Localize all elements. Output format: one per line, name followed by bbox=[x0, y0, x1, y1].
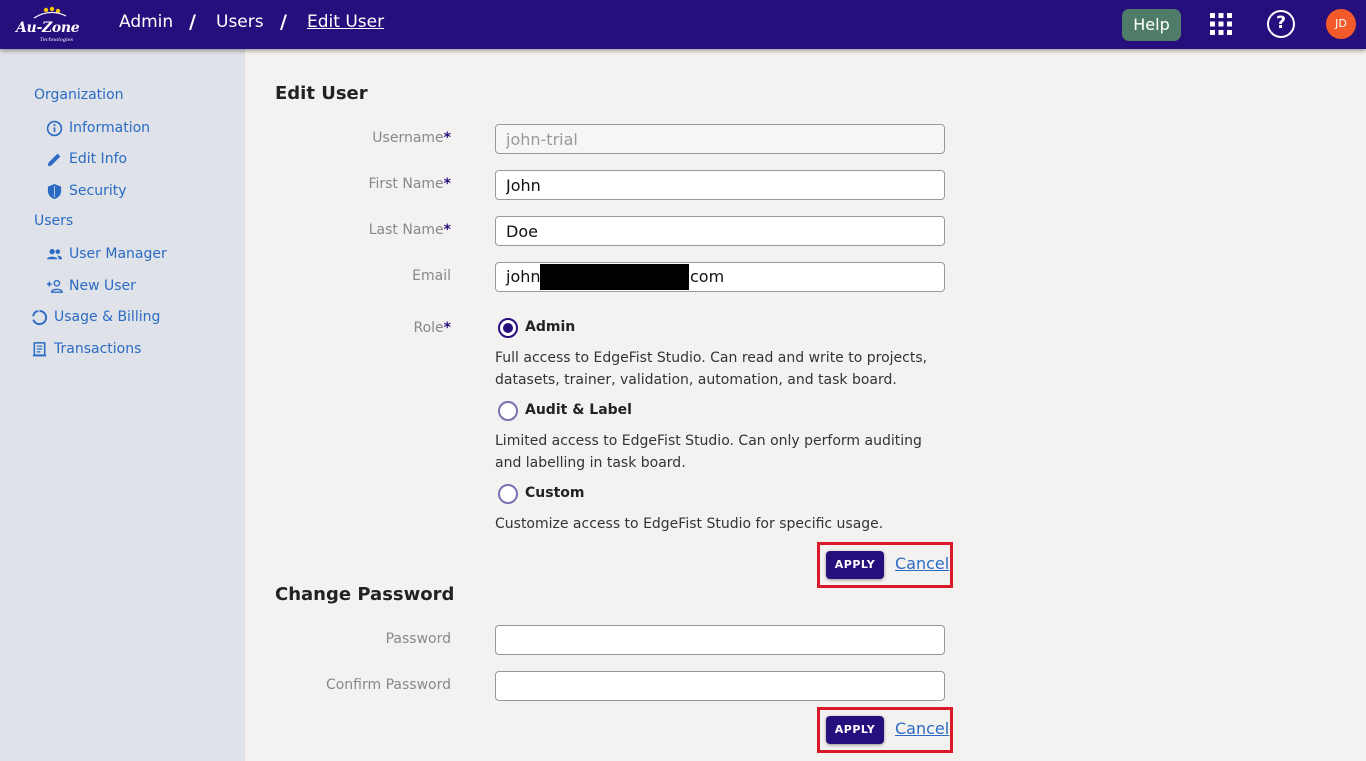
user-avatar[interactable]: JD bbox=[1326, 9, 1356, 39]
confirm-password-field[interactable] bbox=[495, 671, 945, 701]
top-bar: Au-Zone Technologies Admin / Users / Edi… bbox=[0, 0, 1366, 49]
sidebar-item-label: Usage & Billing bbox=[54, 309, 161, 325]
username-label: Username* bbox=[251, 130, 451, 146]
sidebar-item-usage-billing[interactable]: Usage & Billing bbox=[29, 308, 160, 326]
email-label: Email bbox=[412, 268, 451, 284]
sidebar-item-user-manager[interactable]: User Manager bbox=[44, 245, 167, 263]
sidebar-item-label: Information bbox=[69, 120, 151, 136]
pencil-icon bbox=[44, 150, 64, 168]
apps-grid-icon[interactable] bbox=[1210, 13, 1232, 35]
sidebar-item-new-user[interactable]: New User bbox=[44, 277, 136, 295]
username-field[interactable] bbox=[495, 124, 945, 154]
help-question-icon[interactable]: ? bbox=[1267, 10, 1295, 38]
role-custom-radio[interactable] bbox=[498, 484, 518, 504]
first-name-label: First Name* bbox=[251, 176, 451, 192]
username-label-text: Username bbox=[372, 130, 444, 146]
role-custom-description: Customize access to EdgeFist Studio for … bbox=[495, 516, 884, 532]
logo-text: Au-Zone bbox=[16, 20, 80, 36]
email-redaction bbox=[540, 264, 689, 290]
apply-button[interactable]: APPLY bbox=[826, 551, 884, 579]
sidebar-item-label: Users bbox=[34, 213, 74, 229]
apply-password-button[interactable]: APPLY bbox=[826, 716, 884, 744]
role-audit-label-label[interactable]: Audit & Label bbox=[525, 402, 632, 418]
data-usage-icon bbox=[29, 308, 49, 326]
breadcrumb-users[interactable]: Users bbox=[216, 12, 264, 32]
breadcrumb-separator: / bbox=[189, 11, 196, 33]
breadcrumb-admin[interactable]: Admin bbox=[119, 12, 173, 32]
cancel-password-link[interactable]: Cancel bbox=[895, 719, 949, 738]
shield-icon bbox=[44, 182, 64, 200]
sidebar-item-security[interactable]: Security bbox=[44, 182, 127, 200]
first-name-field[interactable] bbox=[495, 170, 945, 200]
role-admin-description: Full access to EdgeFist Studio. Can read… bbox=[495, 350, 928, 388]
first-name-label-text: First Name bbox=[368, 176, 444, 192]
breadcrumb-edit-user[interactable]: Edit User bbox=[307, 12, 384, 32]
au-zone-logo[interactable]: Au-Zone Technologies bbox=[14, 6, 80, 44]
edit-user-heading: Edit User bbox=[275, 83, 368, 104]
role-label-text: Role bbox=[413, 320, 444, 336]
required-mark: * bbox=[443, 320, 451, 336]
logo-swoosh-icon bbox=[33, 6, 67, 19]
add-person-icon bbox=[44, 277, 64, 295]
cancel-link[interactable]: Cancel bbox=[895, 554, 949, 573]
required-mark: * bbox=[443, 222, 451, 238]
required-mark: * bbox=[443, 176, 451, 192]
email-field[interactable]: john com bbox=[495, 262, 945, 292]
breadcrumb-separator: / bbox=[280, 11, 287, 33]
people-icon bbox=[44, 245, 64, 263]
email-value-start: john bbox=[506, 267, 541, 286]
page-scrollbar[interactable] bbox=[1358, 49, 1366, 761]
role-admin-label[interactable]: Admin bbox=[525, 319, 575, 335]
receipt-icon bbox=[29, 340, 49, 358]
last-name-field[interactable] bbox=[495, 216, 945, 246]
logo-subtext: Technologies bbox=[40, 37, 74, 43]
sidebar-item-information[interactable]: Information bbox=[44, 119, 150, 137]
email-value-end: com bbox=[690, 267, 725, 286]
password-field[interactable] bbox=[495, 625, 945, 655]
sidebar-item-organization[interactable]: Organization bbox=[34, 87, 124, 103]
last-name-label: Last Name* bbox=[251, 222, 451, 238]
sidebar-item-label: User Manager bbox=[69, 246, 167, 262]
change-password-heading: Change Password bbox=[275, 584, 455, 605]
confirm-password-label: Confirm Password bbox=[325, 677, 451, 693]
role-label: Role* bbox=[251, 320, 452, 336]
sidebar-item-label: Transactions bbox=[54, 341, 142, 357]
info-icon bbox=[44, 119, 64, 137]
role-custom-label[interactable]: Custom bbox=[525, 485, 584, 501]
sidebar-item-label: Security bbox=[69, 183, 127, 199]
role-audit-label-radio[interactable] bbox=[498, 401, 518, 421]
role-admin-radio[interactable] bbox=[498, 318, 518, 338]
last-name-label-text: Last Name bbox=[368, 222, 444, 238]
sidebar-item-edit-info[interactable]: Edit Info bbox=[44, 150, 127, 168]
sidebar-item-transactions[interactable]: Transactions bbox=[29, 340, 141, 358]
sidebar-item-label: New User bbox=[69, 278, 136, 294]
sidebar-item-users[interactable]: Users bbox=[34, 213, 73, 229]
required-mark: * bbox=[443, 130, 451, 146]
password-label: Password bbox=[385, 631, 451, 647]
sidebar-item-label: Edit Info bbox=[69, 151, 128, 167]
help-button[interactable]: Help bbox=[1122, 9, 1181, 41]
sidebar-item-label: Organization bbox=[34, 87, 124, 103]
role-audit-label-description: Limited access to EdgeFist Studio. Can o… bbox=[495, 433, 922, 471]
